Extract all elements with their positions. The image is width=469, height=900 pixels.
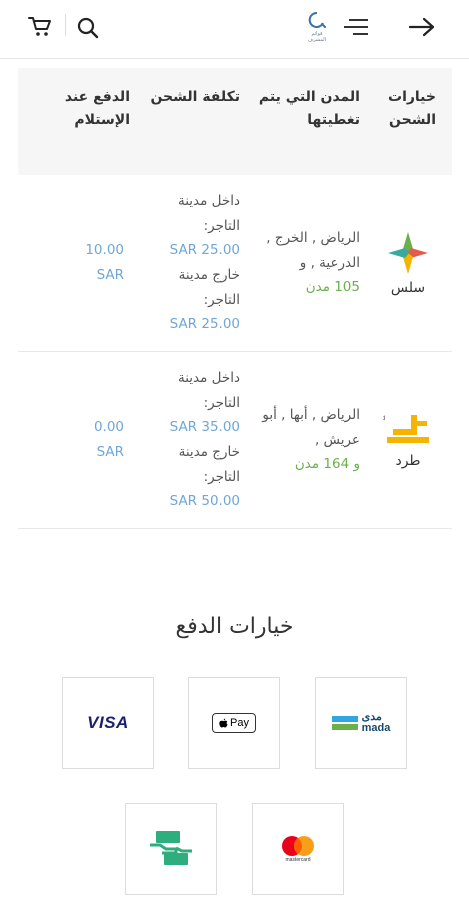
- cash-hands-icon: [150, 831, 192, 865]
- outside-city-label: خارج مدينة التاجر:: [178, 267, 240, 308]
- payment-card-mada: مدى mada: [315, 677, 407, 769]
- inside-city-price: SAR 25.00: [169, 242, 240, 259]
- cities-list: الرياض , الخرج , الدرعية , و: [266, 229, 360, 271]
- salasa-logo-icon: [388, 232, 428, 274]
- inside-city-price: SAR 35.00: [169, 419, 240, 436]
- carrier-cell: tard طرد: [364, 352, 452, 528]
- inside-city-label: داخل مدينة التاجر:: [177, 369, 240, 411]
- header-shipping-cost: تكلفة الشحن: [150, 89, 240, 105]
- header-cash-on-delivery: الدفع عند الإستلام: [64, 89, 130, 128]
- cod-fee: 0.00 SAR: [93, 419, 124, 460]
- cart-button[interactable]: [26, 14, 54, 40]
- payment-card-visa: VISA: [62, 677, 154, 769]
- table-header-row: خيارات الشحن المدن التي يتم تغطيتها تكلف…: [18, 68, 452, 175]
- top-header: قوائم المشرف: [0, 0, 469, 59]
- covered-cities-cell: الرياض , الخرج , الدرعية , و 105 مدن: [254, 175, 364, 351]
- apple-icon: [219, 718, 228, 727]
- tard-logo-icon: tard: [383, 415, 429, 443]
- mastercard-circles-icon: [282, 836, 314, 856]
- cod-cell: 0.00 SAR: [18, 352, 142, 528]
- hamburger-menu-icon: [344, 19, 368, 35]
- apple-pay-text: Pay: [230, 717, 249, 729]
- outside-city-price: SAR 50.00: [169, 493, 240, 510]
- cod-fee: 10.00 SAR: [85, 242, 124, 283]
- back-button[interactable]: [406, 14, 438, 40]
- carrier-name: سلس: [390, 280, 426, 296]
- search-icon: [77, 17, 99, 39]
- cod-cell: 10.00 SAR: [18, 175, 142, 351]
- carrier-name: طرد: [395, 453, 421, 469]
- covered-cities-cell: الرياض , أبها , أبو عريش , و 164 مدن: [254, 352, 364, 528]
- mastercard-text: mastercard: [285, 857, 311, 863]
- mada-stripes-icon: [331, 716, 358, 730]
- logo-caption: قوائم المشرف: [307, 31, 327, 43]
- cities-count-link[interactable]: و 164 مدن: [254, 452, 360, 477]
- mada-logo: مدى mada: [331, 712, 391, 734]
- store-logo[interactable]: قوائم المشرف: [302, 10, 332, 43]
- mastercard-logo: mastercard: [280, 835, 316, 863]
- cart-icon: [28, 17, 51, 36]
- shipping-cost-cell: داخل مدينة التاجر: SAR 35.00 خارج مدينة …: [142, 352, 254, 528]
- search-button[interactable]: [76, 16, 100, 40]
- table-row: tard طرد الرياض , أبها , أبو عريش , و 16…: [18, 352, 452, 529]
- payment-options-title: خيارات الدفع: [175, 614, 294, 639]
- outside-city-price: SAR 25.00: [169, 316, 240, 333]
- header-shipping-options: خيارات الشحن: [388, 89, 436, 128]
- apple-pay-logo: Pay: [212, 713, 256, 733]
- svg-text:tard: tard: [383, 416, 385, 422]
- visa-logo: VISA: [87, 713, 129, 732]
- payment-card-mastercard: mastercard: [252, 803, 344, 895]
- table-row: سلس الرياض , الخرج , الدرعية , و 105 مدن…: [18, 175, 452, 352]
- shipping-options-table: خيارات الشحن المدن التي يتم تغطيتها تكلف…: [18, 68, 452, 529]
- outside-city-label: خارج مدينة التاجر:: [178, 444, 240, 485]
- header-divider: [65, 14, 66, 36]
- payment-card-apple-pay: Pay: [188, 677, 280, 769]
- header-covered-cities: المدن التي يتم تغطيتها: [258, 89, 360, 128]
- menu-button[interactable]: [340, 14, 370, 40]
- store-logo-icon: [308, 11, 326, 28]
- shipping-cost-cell: داخل مدينة التاجر: SAR 25.00 خارج مدينة …: [142, 175, 254, 351]
- carrier-cell: سلس: [364, 175, 452, 351]
- payment-card-cash-on-delivery: [125, 803, 217, 895]
- cities-list: الرياض , أبها , أبو عريش ,: [262, 406, 360, 448]
- cities-count-link[interactable]: 105 مدن: [254, 275, 360, 300]
- inside-city-label: داخل مدينة التاجر:: [177, 192, 240, 234]
- mada-english-text: mada: [361, 722, 391, 734]
- arrow-right-icon: [408, 17, 435, 37]
